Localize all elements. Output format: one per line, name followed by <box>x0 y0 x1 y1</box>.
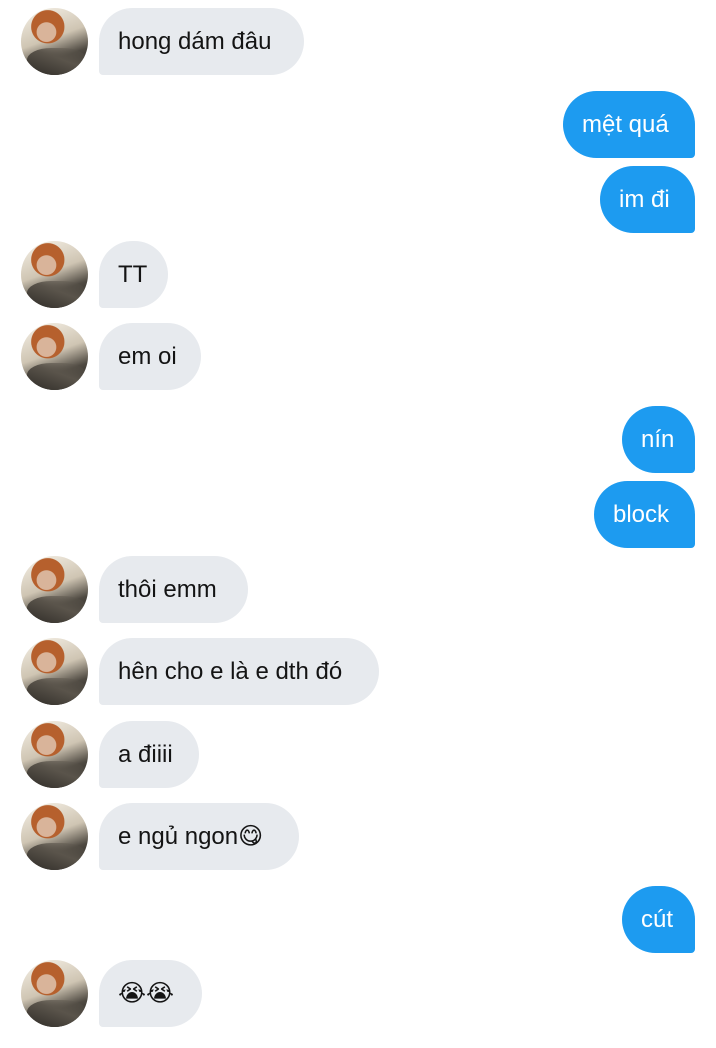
avatar[interactable] <box>21 241 88 308</box>
avatar[interactable] <box>21 323 88 390</box>
message-bubble-outgoing[interactable]: block <box>594 481 695 548</box>
message-bubble-outgoing[interactable]: nín <box>622 406 695 473</box>
avatar[interactable] <box>21 556 88 623</box>
message-bubble-incoming[interactable]: em oi <box>99 323 201 390</box>
avatar[interactable] <box>21 8 88 75</box>
avatar[interactable] <box>21 638 88 705</box>
message-bubble-outgoing[interactable]: cút <box>622 886 695 953</box>
message-bubble-incoming[interactable]: a điiii <box>99 721 199 788</box>
message-bubble-outgoing[interactable]: mệt quá <box>563 91 695 158</box>
avatar[interactable] <box>21 803 88 870</box>
avatar[interactable] <box>21 960 88 1027</box>
message-bubble-incoming[interactable]: 😭😭 <box>99 960 202 1027</box>
message-bubble-incoming[interactable]: hên cho e là e dth đó <box>99 638 379 705</box>
message-bubble-incoming[interactable]: e ngủ ngon😋 <box>99 803 299 870</box>
message-bubble-incoming[interactable]: thôi emm <box>99 556 248 623</box>
message-bubble-outgoing[interactable]: im đi <box>600 166 695 233</box>
message-bubble-incoming[interactable]: TT <box>99 241 168 308</box>
message-bubble-incoming[interactable]: hong dám đâu <box>99 8 304 75</box>
avatar[interactable] <box>21 721 88 788</box>
